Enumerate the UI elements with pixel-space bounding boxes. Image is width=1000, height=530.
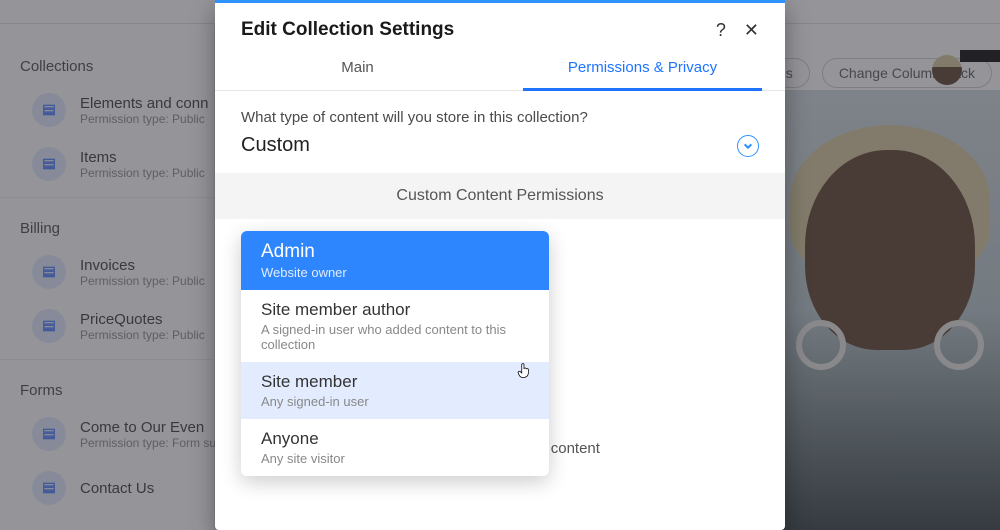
content-type-select[interactable]: Custom (215, 130, 785, 173)
dropdown-option-title: Site member (261, 372, 529, 392)
dropdown-option-sub: Any signed-in user (261, 394, 529, 409)
content-type-question: What type of content will you store in t… (215, 91, 785, 130)
role-dropdown[interactable]: Admin Website owner Site member author A… (241, 231, 549, 476)
dropdown-option-sub: Website owner (261, 265, 529, 280)
dropdown-option-sub: A signed-in user who added content to th… (261, 322, 529, 352)
tab-permissions[interactable]: Permissions & Privacy (500, 49, 785, 90)
dropdown-option-admin[interactable]: Admin Website owner (241, 231, 549, 290)
permissions-area: content ntent content Site member author… (215, 219, 785, 459)
dropdown-option-site-member[interactable]: Site member Any signed-in user (241, 362, 549, 419)
chevron-down-icon (737, 135, 759, 157)
dropdown-option-site-member-author[interactable]: Site member author A signed-in user who … (241, 290, 549, 362)
modal-tabs: Main Permissions & Privacy (215, 49, 785, 91)
dropdown-option-title: Anyone (261, 429, 529, 449)
close-icon[interactable]: ✕ (744, 20, 759, 41)
help-icon[interactable]: ? (716, 20, 726, 41)
dropdown-option-title: Site member author (261, 300, 529, 320)
dropdown-option-title: Admin (261, 241, 529, 263)
modal-body: What type of content will you store in t… (215, 91, 785, 530)
modal-title: Edit Collection Settings (241, 19, 454, 41)
dropdown-option-anyone[interactable]: Anyone Any site visitor (241, 419, 549, 476)
edit-collection-settings-modal: Edit Collection Settings ? ✕ Main Permis… (215, 0, 785, 530)
dropdown-option-sub: Any site visitor (261, 451, 529, 466)
section-banner: Custom Content Permissions (215, 173, 785, 219)
content-type-value: Custom (241, 134, 310, 157)
modal-header: Edit Collection Settings ? ✕ (215, 3, 785, 49)
tab-main[interactable]: Main (215, 49, 500, 90)
